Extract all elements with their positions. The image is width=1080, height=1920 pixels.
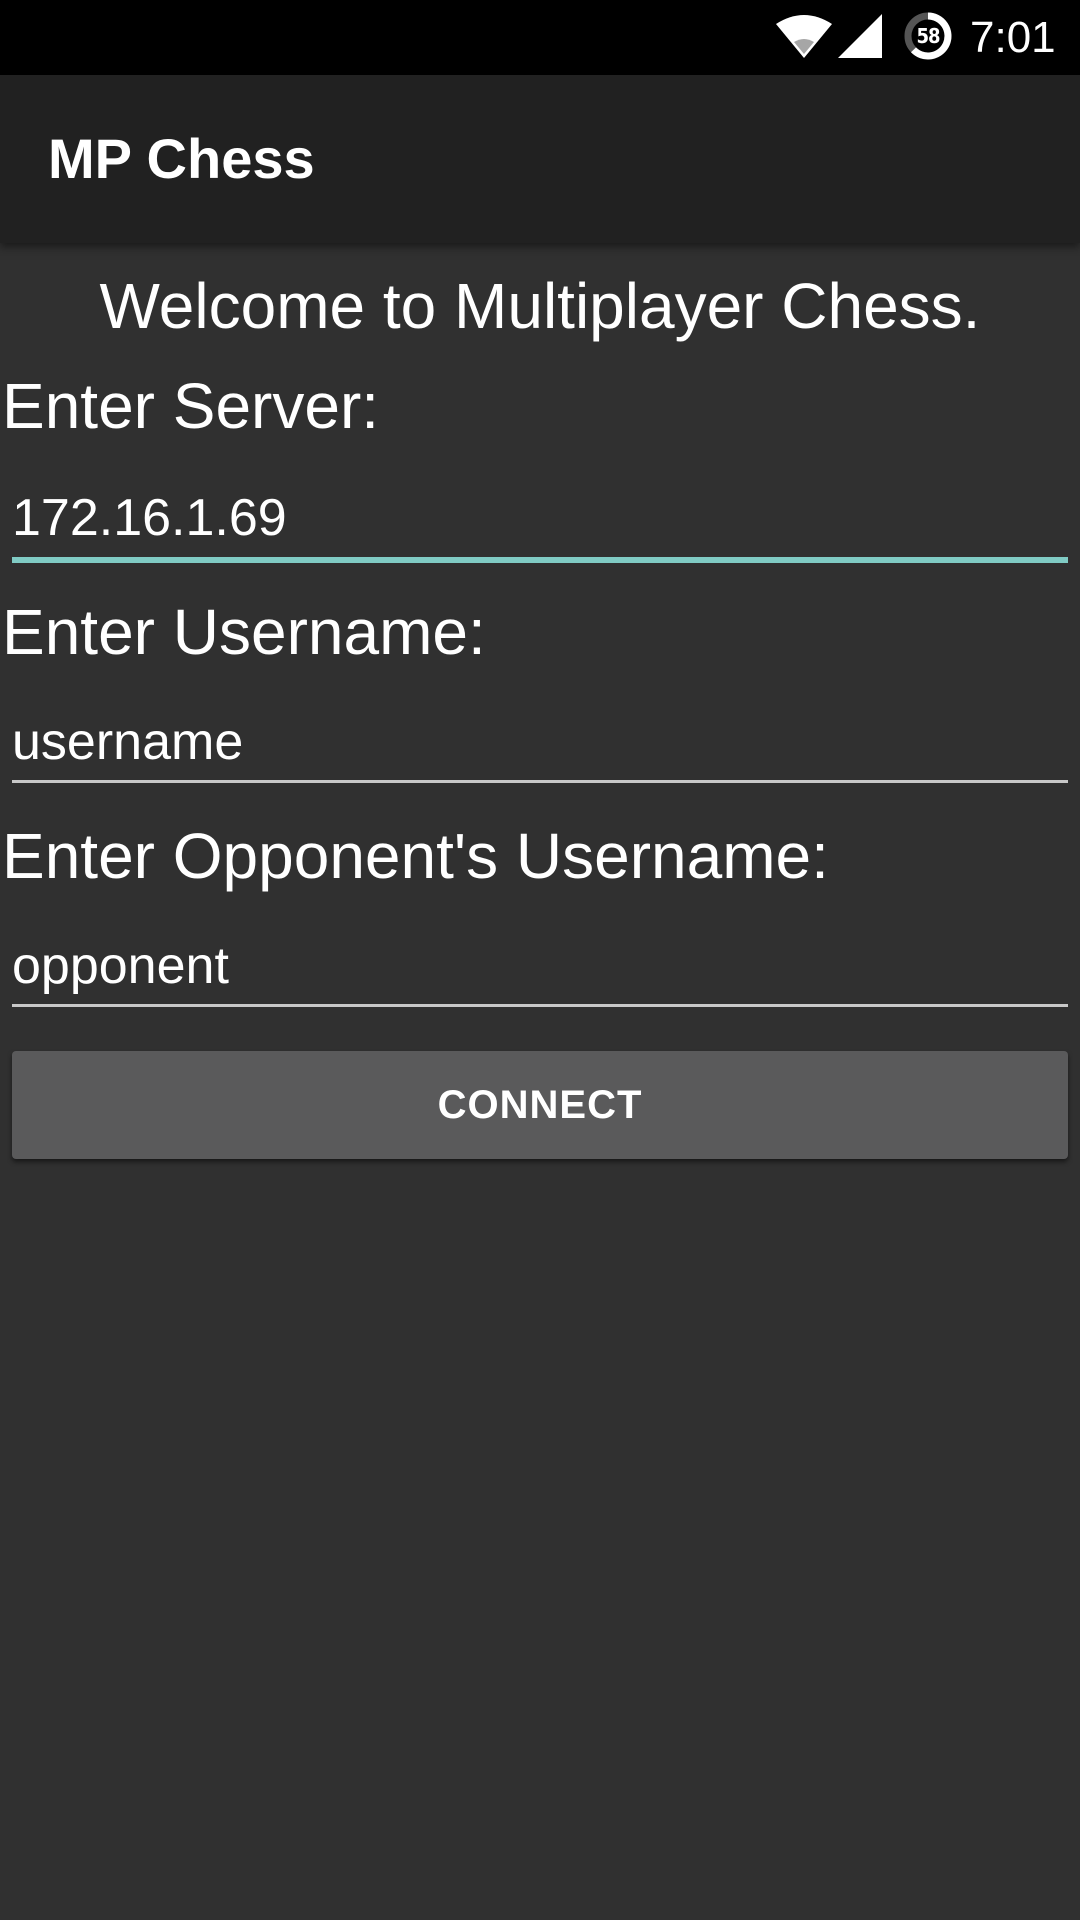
server-label: Enter Server: bbox=[2, 370, 380, 442]
server-input[interactable] bbox=[12, 478, 1068, 558]
status-bar: 58 7:01 bbox=[0, 0, 1080, 75]
username-label: Enter Username: bbox=[2, 596, 486, 668]
app-bar: MP Chess bbox=[0, 75, 1080, 243]
server-input-underline bbox=[12, 557, 1068, 563]
username-input[interactable] bbox=[12, 702, 1068, 782]
opponent-label: Enter Opponent's Username: bbox=[2, 820, 829, 892]
cell-signal-icon bbox=[838, 14, 882, 58]
battery-percent: 58 bbox=[916, 24, 940, 48]
username-input-underline bbox=[12, 780, 1068, 783]
opponent-input[interactable] bbox=[12, 926, 1068, 1006]
opponent-input-underline bbox=[12, 1004, 1068, 1007]
app-title: MP Chess bbox=[48, 127, 315, 190]
wifi-icon bbox=[776, 15, 832, 58]
status-clock: 7:01 bbox=[970, 13, 1056, 62]
welcome-text: Welcome to Multiplayer Chess. bbox=[99, 270, 981, 342]
connect-button[interactable]: CONNECT bbox=[12, 1051, 1068, 1159]
